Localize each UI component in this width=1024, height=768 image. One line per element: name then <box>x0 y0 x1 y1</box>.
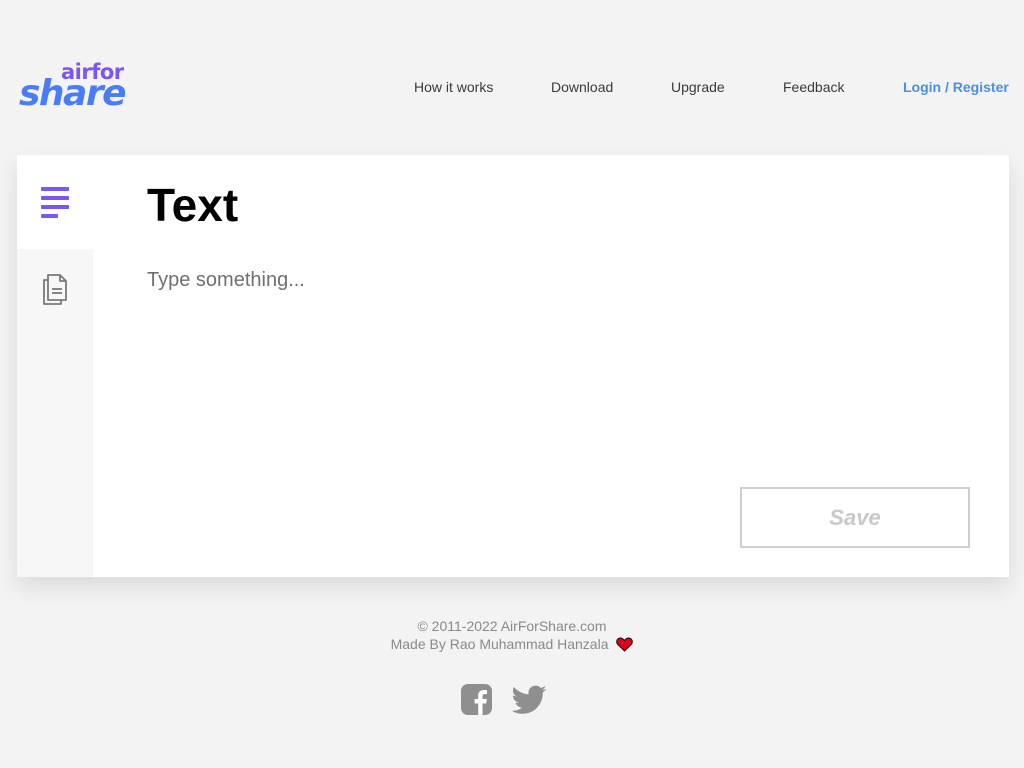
tab-files[interactable] <box>17 249 93 329</box>
tab-text[interactable] <box>17 155 93 249</box>
nav-how-it-works[interactable]: How it works <box>414 79 493 96</box>
auth-links: Login / Register <box>903 79 1009 96</box>
heart-icon <box>616 637 634 652</box>
login-link[interactable]: Login <box>903 79 941 95</box>
files-icon <box>43 274 67 305</box>
text-panel: Text Save <box>93 155 1009 577</box>
footer-copyright: © 2011-2022 AirForShare.com <box>417 618 607 634</box>
facebook-logo-shape <box>461 684 492 715</box>
site-header: airfor share How it works Download Upgra… <box>0 0 1024 155</box>
nav-download[interactable]: Download <box>551 79 613 96</box>
facebook-icon[interactable] <box>459 682 495 718</box>
text-lines-icon <box>41 187 69 218</box>
text-input[interactable] <box>145 267 949 471</box>
sidebar <box>17 155 93 577</box>
register-link[interactable]: Register <box>953 79 1009 95</box>
made-by-text: Made By Rao Muhammad Hanzala <box>390 636 609 652</box>
twitter-bird-shape <box>511 685 547 714</box>
save-button[interactable]: Save <box>740 487 970 548</box>
nav-upgrade[interactable]: Upgrade <box>671 79 725 96</box>
logo-text-share: share <box>19 73 127 114</box>
nav-feedback[interactable]: Feedback <box>783 79 844 96</box>
page-title: Text <box>147 179 239 231</box>
footer-credit: Made By Rao Muhammad Hanzala <box>0 636 1024 653</box>
auth-separator: / <box>941 79 953 95</box>
airforshare-logo[interactable]: airfor share <box>19 60 129 114</box>
share-card: Text Save <box>17 155 1009 577</box>
twitter-icon[interactable] <box>511 682 547 718</box>
